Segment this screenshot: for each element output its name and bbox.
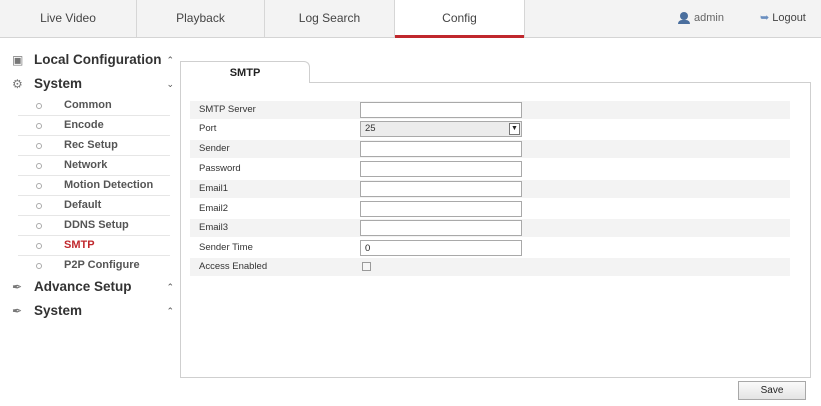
bullet-icon (36, 183, 42, 189)
sidebar-item-p2p-configure[interactable]: P2P Configure (18, 256, 170, 275)
chevron-up-icon: ⌃ (166, 55, 174, 65)
wrench-icon: ✒ (12, 280, 23, 294)
top-nav-bar: Live Video Playback Log Search Config ad… (0, 0, 821, 38)
sidebar-group-label: System (34, 303, 83, 318)
sidebar-item-label: Encode (64, 119, 104, 131)
sender-time-input[interactable] (360, 240, 522, 256)
logout-label: Logout (772, 12, 806, 24)
form-row-email3: Email3 (190, 219, 790, 237)
bullet-icon (36, 103, 42, 109)
tab-playback[interactable]: Playback (137, 0, 265, 37)
sidebar-group-system[interactable]: ⚙ System ⌄ (6, 72, 176, 96)
sidebar: ▣ Local Configuration ⌃ ⚙ System ⌄ Commo… (6, 48, 176, 323)
email2-input[interactable] (360, 201, 522, 217)
sidebar-item-label: Rec Setup (64, 139, 118, 151)
email3-input[interactable] (360, 220, 522, 236)
user-info: admin (678, 0, 724, 37)
sidebar-item-encode[interactable]: Encode (18, 116, 170, 136)
sidebar-group-label: System (34, 76, 83, 91)
email3-label: Email3 (199, 222, 229, 233)
bullet-icon (36, 263, 42, 269)
sidebar-item-label: Default (64, 199, 102, 211)
bullet-icon (36, 223, 42, 229)
sidebar-item-common[interactable]: Common (18, 96, 170, 116)
tab-smtp[interactable]: SMTP (180, 61, 310, 83)
gear-icon: ⚙ (12, 77, 23, 91)
username: admin (694, 12, 724, 24)
sidebar-item-default[interactable]: Default (18, 196, 170, 216)
bullet-icon (36, 143, 42, 149)
sidebar-item-rec-setup[interactable]: Rec Setup (18, 136, 170, 156)
tab-log-search[interactable]: Log Search (265, 0, 395, 37)
sidebar-group-system-2[interactable]: ✒ System ⌃ (6, 299, 176, 323)
sidebar-item-label: Motion Detection (64, 179, 154, 191)
user-icon (678, 12, 690, 24)
form-row-sender: Sender (190, 140, 790, 158)
bullet-icon (36, 123, 42, 129)
dropdown-arrow-icon: ▼ (509, 123, 520, 135)
smtp-server-input[interactable] (360, 102, 522, 118)
password-input[interactable] (360, 161, 522, 177)
tab-live-video[interactable]: Live Video (0, 0, 137, 37)
sender-input[interactable] (360, 141, 522, 157)
monitor-icon: ▣ (12, 53, 24, 67)
sidebar-item-network[interactable]: Network (18, 156, 170, 176)
form-row-email2: Email2 (190, 200, 790, 218)
form-row-port: Port 25 ▼ (190, 120, 790, 138)
email1-label: Email1 (199, 183, 229, 194)
access-enabled-label: Access Enabled (199, 261, 268, 272)
form-row-access-enabled: Access Enabled (190, 258, 790, 276)
sidebar-item-label: DDNS Setup (64, 219, 129, 231)
bullet-icon (36, 163, 42, 169)
smtp-server-label: SMTP Server (199, 104, 256, 115)
sidebar-item-label: SMTP (64, 239, 95, 251)
form-row-sender-time: Sender Time (190, 239, 790, 257)
password-label: Password (199, 163, 241, 174)
bullet-icon (36, 203, 42, 209)
port-label: Port (199, 123, 217, 134)
sidebar-item-label: Common (64, 99, 112, 111)
port-select[interactable]: 25 ▼ (360, 121, 522, 137)
save-button[interactable]: Save (738, 381, 806, 400)
chevron-up-icon: ⌃ (166, 306, 174, 316)
chevron-down-icon: ⌄ (166, 79, 174, 89)
sidebar-item-smtp[interactable]: SMTP (18, 236, 170, 256)
form-row-smtp-server: SMTP Server (190, 101, 790, 119)
tab-config[interactable]: Config (395, 0, 525, 38)
sidebar-item-label: Network (64, 159, 108, 171)
sidebar-group-label: Advance Setup (34, 279, 132, 294)
sidebar-group-advance-setup[interactable]: ✒ Advance Setup ⌃ (6, 275, 176, 299)
email1-input[interactable] (360, 181, 522, 197)
email2-label: Email2 (199, 203, 229, 214)
wrench-icon: ✒ (12, 304, 23, 318)
chevron-up-icon: ⌃ (166, 282, 174, 292)
logout-icon: ➥ (760, 12, 770, 24)
logout-button[interactable]: ➥ Logout (760, 0, 806, 37)
sidebar-item-label: P2P Configure (64, 259, 140, 271)
sender-label: Sender (199, 143, 230, 154)
bullet-icon (36, 243, 42, 249)
access-enabled-checkbox[interactable] (362, 262, 371, 271)
sidebar-item-ddns-setup[interactable]: DDNS Setup (18, 216, 170, 236)
form-row-email1: Email1 (190, 180, 790, 198)
sidebar-group-label: Local Configuration (34, 52, 162, 67)
form-row-password: Password (190, 160, 790, 178)
sidebar-group-local-configuration[interactable]: ▣ Local Configuration ⌃ (6, 48, 176, 72)
sender-time-label: Sender Time (199, 242, 253, 253)
port-selected-value: 25 (365, 123, 376, 134)
sidebar-item-motion-detection[interactable]: Motion Detection (18, 176, 170, 196)
